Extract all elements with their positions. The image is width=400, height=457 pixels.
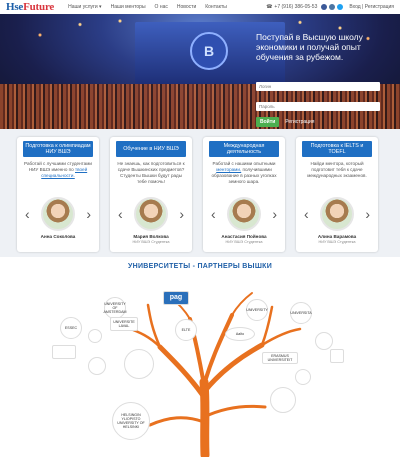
logo-part-future: Future bbox=[23, 1, 55, 13]
login-input[interactable] bbox=[256, 82, 380, 91]
password-input[interactable] bbox=[256, 102, 380, 111]
register-link[interactable]: Регистрация bbox=[285, 119, 314, 125]
emblem-letter: B bbox=[203, 43, 215, 59]
logo-text: ELTE bbox=[181, 328, 191, 332]
card-description: Работай с нашими опытными менторами, пол… bbox=[208, 161, 280, 185]
card-description: Не знаешь, как подготовиться к сдаче Выш… bbox=[117, 161, 185, 184]
card-title[interactable]: Международная деятельность bbox=[209, 141, 279, 157]
card-text: Работай с нашими опытными bbox=[212, 161, 276, 166]
chevron-right-icon[interactable]: › bbox=[179, 207, 184, 221]
services-section: Подготовка к олимпиадам НИУ ВШЭ Работай … bbox=[0, 129, 400, 257]
chevron-right-icon[interactable]: › bbox=[86, 207, 91, 221]
card-link[interactable]: менторами, bbox=[216, 167, 241, 172]
phone-text: +7 (916) 386-05-53 bbox=[274, 4, 318, 10]
hse-emblem-icon: B bbox=[190, 32, 228, 70]
partner-logo-pag[interactable]: pag bbox=[163, 291, 189, 305]
mentor-avatar bbox=[134, 197, 168, 231]
partner-logo-university[interactable]: UNIVERSITY bbox=[246, 299, 268, 321]
mentor-avatar bbox=[227, 197, 261, 231]
partner-medallion-icon[interactable] bbox=[295, 369, 311, 385]
logo-text: HELSINGIN YLIOPISTO UNIVERSITY OF HELSIN… bbox=[117, 413, 145, 429]
twitter-icon[interactable] bbox=[337, 4, 344, 10]
vk-icon[interactable] bbox=[329, 4, 336, 10]
mentor-name: Алина Варамова bbox=[317, 234, 357, 239]
service-card-study-hse: Обучение в НИУ ВШЭ Не знаешь, как подгот… bbox=[110, 137, 192, 252]
chevron-left-icon[interactable]: ‹ bbox=[25, 207, 30, 221]
service-card-olympiad: Подготовка к олимпиадам НИУ ВШЭ Работай … bbox=[17, 137, 99, 252]
social-links bbox=[321, 4, 344, 10]
facebook-icon[interactable] bbox=[321, 4, 328, 10]
chevron-right-icon[interactable]: › bbox=[272, 207, 277, 221]
hero-headline: Поступай в Высшую школу экономики и полу… bbox=[256, 32, 363, 62]
partner-emblem-icon[interactable] bbox=[88, 357, 106, 375]
logo-text: ESSEC bbox=[64, 326, 78, 330]
service-card-ielts: Подготовка к IELTS и TOEFL Найди ментора… bbox=[296, 137, 378, 252]
logo-text: ERASMUS UNIVERSITEIT bbox=[267, 354, 293, 362]
mentor-role: НИУ ВШЭ Студентка bbox=[225, 240, 263, 244]
chevron-left-icon[interactable]: ‹ bbox=[304, 207, 309, 221]
chevron-left-icon[interactable]: ‹ bbox=[118, 207, 123, 221]
mentor-name: Анна Соколова bbox=[40, 234, 76, 239]
mentor-role: НИУ ВШЭ Студентка bbox=[318, 240, 356, 244]
card-title[interactable]: Обучение в НИУ ВШЭ bbox=[116, 141, 186, 157]
partner-logo-elte[interactable]: ELTE bbox=[175, 319, 197, 341]
card-description: Найди ментора, который подготовит тебя к… bbox=[307, 161, 367, 178]
nav-news[interactable]: Новости bbox=[177, 4, 196, 10]
phone-number: ☎ +7 (916) 386-05-53 bbox=[266, 4, 317, 10]
logo-text: UNIVERSITA bbox=[290, 311, 312, 315]
card-title[interactable]: Подготовка к олимпиадам НИУ ВШЭ bbox=[23, 141, 93, 157]
partner-stamp-icon[interactable] bbox=[270, 387, 296, 413]
form-actions: Войти Регистрация bbox=[256, 117, 380, 127]
hero-banner: B Поступай в Высшую школу экономики и по… bbox=[0, 14, 400, 129]
login-form: Войти Регистрация bbox=[256, 75, 380, 127]
service-card-international: Международная деятельность Работай с наш… bbox=[203, 137, 285, 252]
nav-mentors[interactable]: Наши менторы bbox=[111, 4, 146, 10]
partner-logo-amsterdam[interactable]: UNIVERSITY OF AMSTERDAM bbox=[104, 297, 126, 319]
login-register-link[interactable]: Вход | Регистрация bbox=[349, 4, 394, 10]
phone-icon: ☎ bbox=[266, 4, 273, 10]
partner-logo-essec[interactable]: ESSEC bbox=[60, 317, 82, 339]
partner-badge-icon[interactable] bbox=[315, 332, 333, 350]
login-button[interactable]: Войти bbox=[256, 117, 280, 127]
partner-logo-universita[interactable]: UNIVERSITA bbox=[290, 302, 312, 324]
mentor-role: НИУ ВШЭ Студентка bbox=[132, 240, 170, 244]
logo-text: pag bbox=[169, 294, 183, 301]
mentor-avatar bbox=[320, 197, 354, 231]
site-logo[interactable]: HseFuture bbox=[6, 1, 54, 13]
partner-crest-icon[interactable] bbox=[52, 345, 76, 359]
chevron-left-icon[interactable]: ‹ bbox=[211, 207, 216, 221]
partner-logo-erasmus[interactable]: ERASMUS UNIVERSITEIT bbox=[262, 352, 298, 364]
nav-about[interactable]: О нас bbox=[155, 4, 168, 10]
partners-section: УНИВЕРСИТЕТЫ - ПАРТНЕРЫ ВЫШКИ ESSEC UNIV… bbox=[0, 257, 400, 457]
partner-logo-laval[interactable]: UNIVERSITE LAVAL bbox=[110, 317, 138, 331]
logo-text: Aalto bbox=[235, 332, 245, 336]
logo-text: UNIVERSITY bbox=[246, 308, 268, 312]
main-nav: Наши услуги ▾ Наши менторы О нас Новости… bbox=[68, 4, 227, 10]
card-title[interactable]: Подготовка к IELTS и TOEFL bbox=[302, 141, 372, 157]
partner-logo-helsinki[interactable]: HELSINGIN YLIOPISTO UNIVERSITY OF HELSIN… bbox=[112, 402, 150, 440]
top-nav-bar: HseFuture Наши услуги ▾ Наши менторы О н… bbox=[0, 0, 400, 14]
mentor-name: Анастасия Пойнова bbox=[221, 234, 267, 239]
mentor-avatar bbox=[41, 197, 75, 231]
card-description: Работай с лучшими студентами НИУ ВШЭ име… bbox=[22, 161, 94, 179]
partner-round-seal-icon[interactable] bbox=[124, 349, 154, 379]
logo-part-hse: Hse bbox=[6, 1, 24, 13]
chevron-right-icon[interactable]: › bbox=[365, 207, 370, 221]
partner-logo-aalto[interactable]: Aalto bbox=[225, 327, 255, 341]
mentor-name: Мария Волкова bbox=[133, 234, 169, 239]
partner-seal-icon[interactable] bbox=[88, 329, 102, 343]
nav-contacts[interactable]: Контакты bbox=[205, 4, 227, 10]
logo-text: UNIVERSITE LAVAL bbox=[113, 320, 135, 328]
logo-text: UNIVERSITY OF AMSTERDAM bbox=[103, 302, 127, 314]
nav-services[interactable]: Наши услуги ▾ bbox=[68, 4, 101, 10]
partner-shield-icon[interactable] bbox=[330, 349, 344, 363]
